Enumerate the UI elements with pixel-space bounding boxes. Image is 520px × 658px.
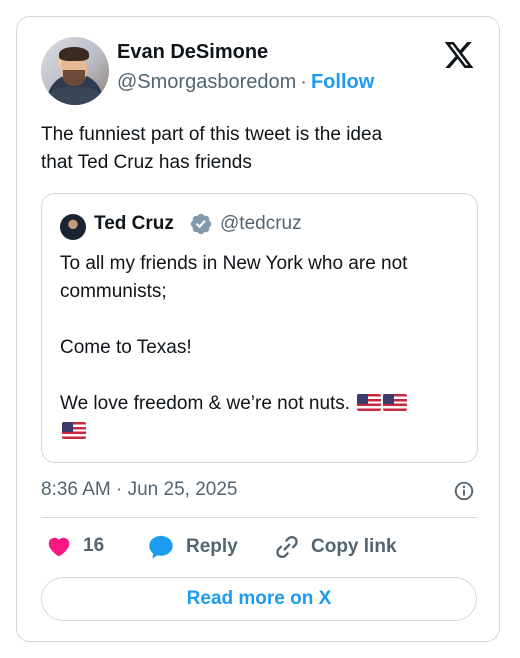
quoted-text-line-with-flags: We love freedom & we’re not nuts.: [60, 390, 465, 418]
copy-link-button[interactable]: Copy link: [273, 533, 397, 561]
x-logo-icon[interactable]: [443, 39, 475, 71]
quoted-tweet[interactable]: Ted Cruz @tedcruz To all my friends in N…: [41, 193, 478, 463]
tweet-text-line: that Ted Cruz has friends: [41, 152, 252, 173]
author-handle[interactable]: @Smorgasboredom: [117, 71, 296, 93]
quoted-text: To all my friends in New York who are no…: [60, 250, 465, 446]
link-icon: [276, 535, 298, 559]
reply-button[interactable]: Reply: [146, 533, 238, 561]
follow-button[interactable]: Follow: [311, 71, 374, 93]
tweet-card: Evan DeSimone @Smorgasboredom · Follow The…: [16, 16, 500, 642]
quoted-text-line: Come to Texas!: [60, 337, 192, 358]
like-button[interactable]: 16: [45, 533, 104, 559]
quoted-text-line: To all my friends in New York who are no…: [60, 253, 408, 274]
quoted-text-blank: [60, 362, 465, 390]
action-bar: 16 Reply Copy link: [41, 533, 477, 563]
reply-bubble-icon: [149, 535, 173, 559]
quoted-name: Ted Cruz: [94, 213, 174, 234]
reply-label: Reply: [186, 536, 238, 557]
quoted-text-line: communists;: [60, 281, 167, 302]
tweet-text-line: The funniest part of this tweet is the i…: [41, 124, 383, 145]
quoted-handle: @tedcruz: [220, 213, 302, 234]
tweet-text: The funniest part of this tweet is the i…: [41, 121, 481, 177]
verified-badge-icon: [190, 213, 212, 235]
copy-link-label: Copy link: [311, 536, 397, 557]
us-flag-icon: [357, 394, 382, 411]
separator-dot: ·: [300, 71, 307, 93]
read-more-button[interactable]: Read more on X: [41, 577, 477, 621]
us-flag-icon: [383, 394, 408, 411]
info-icon[interactable]: [453, 480, 475, 502]
tweet-timestamp[interactable]: 8:36 AM · Jun 25, 2025: [41, 479, 237, 501]
like-count: 16: [83, 535, 105, 556]
quoted-text-flags: [60, 418, 465, 446]
us-flag-icon: [62, 422, 86, 439]
author-handle-line: @Smorgasboredom · Follow: [117, 71, 374, 94]
quoted-text-line: We love freedom & we’re not nuts.: [60, 393, 351, 414]
divider: [41, 517, 477, 518]
author-avatar[interactable]: [41, 37, 109, 105]
quoted-text-blank: [60, 306, 465, 334]
author-name[interactable]: Evan DeSimone: [117, 41, 268, 64]
quoted-avatar: [60, 214, 86, 240]
heart-icon: [48, 537, 70, 557]
